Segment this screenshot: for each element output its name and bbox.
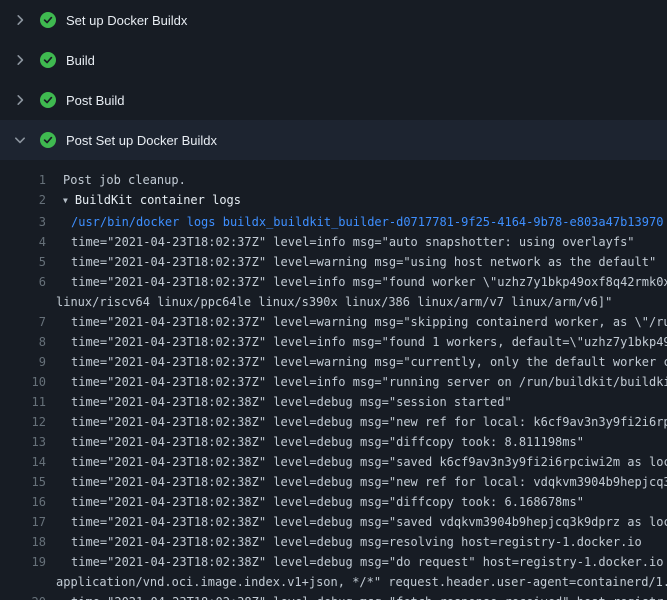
log-line: 3/usr/bin/docker logs buildx_buildkit_bu… <box>0 212 667 232</box>
log-text: time="2021-04-23T18:02:37Z" level=warnin… <box>46 312 667 332</box>
log-line: 10time="2021-04-23T18:02:37Z" level=info… <box>0 372 667 392</box>
log-line-number[interactable]: 2 <box>0 190 46 212</box>
log-text-continuation: application/vnd.oci.image.index.v1+json,… <box>56 572 667 592</box>
chevron-right-icon <box>12 92 28 108</box>
log-text-continuation: linux/riscv64 linux/ppc64le linux/s390x … <box>56 292 667 312</box>
log-line-number[interactable]: 10 <box>0 372 46 392</box>
log-line: 16time="2021-04-23T18:02:38Z" level=debu… <box>0 492 667 512</box>
log-line: 1Post job cleanup. <box>0 170 667 190</box>
log-text: time="2021-04-23T18:02:37Z" level=warnin… <box>46 352 667 372</box>
log-line-number[interactable]: 1 <box>0 170 46 190</box>
triangle-down-icon: ▼ <box>63 191 68 211</box>
log-line-number[interactable]: 3 <box>0 212 46 232</box>
log-command-text: /usr/bin/docker logs buildx_buildkit_bui… <box>46 212 667 232</box>
log-text: time="2021-04-23T18:02:38Z" level=debug … <box>46 392 667 412</box>
log-line: 14time="2021-04-23T18:02:38Z" level=debu… <box>0 452 667 472</box>
log-line: 8time="2021-04-23T18:02:37Z" level=info … <box>0 332 667 352</box>
log-text: time="2021-04-23T18:02:38Z" level=debug … <box>46 512 667 532</box>
workflow-log-panel: Set up Docker Buildx Build Post Build Po… <box>0 0 667 600</box>
log-text: time="2021-04-23T18:02:38Z" level=debug … <box>46 472 667 492</box>
log-line: 7time="2021-04-23T18:02:37Z" level=warni… <box>0 312 667 332</box>
step-title: Post Build <box>66 93 125 108</box>
log-line-number[interactable]: 6 <box>0 272 46 312</box>
log-line: 13time="2021-04-23T18:02:38Z" level=debu… <box>0 432 667 452</box>
log-text: time="2021-04-23T18:02:37Z" level=warnin… <box>46 252 667 272</box>
step-title: Set up Docker Buildx <box>66 13 187 28</box>
log-line: 4time="2021-04-23T18:02:37Z" level=info … <box>0 232 667 252</box>
chevron-down-icon <box>12 132 28 148</box>
check-circle-icon <box>40 52 56 68</box>
log-line-number[interactable]: 5 <box>0 252 46 272</box>
step-header-build[interactable]: Build <box>0 40 667 80</box>
chevron-right-icon <box>12 52 28 68</box>
log-line-number[interactable]: 8 <box>0 332 46 352</box>
log-line-number[interactable]: 14 <box>0 452 46 472</box>
step-header-post-set-up-docker-buildx[interactable]: Post Set up Docker Buildx <box>0 120 667 160</box>
log-line-number[interactable]: 4 <box>0 232 46 252</box>
log-text: time="2021-04-23T18:02:38Z" level=debug … <box>46 492 667 512</box>
step-title: Post Set up Docker Buildx <box>66 133 217 148</box>
log-line: 19time="2021-04-23T18:02:38Z" level=debu… <box>0 552 667 592</box>
log-line-number[interactable]: 7 <box>0 312 46 332</box>
log-text: time="2021-04-23T18:02:38Z" level=debug … <box>46 412 667 432</box>
log-line: 6time="2021-04-23T18:02:37Z" level=info … <box>0 272 667 312</box>
log-line: 11time="2021-04-23T18:02:38Z" level=debu… <box>0 392 667 412</box>
log-line: 2▼BuildKit container logs <box>0 190 667 212</box>
log-text: time="2021-04-23T18:02:38Z" level=debug … <box>46 432 667 452</box>
log-text: time="2021-04-23T18:02:38Z" level=debug … <box>46 592 667 600</box>
log-text: time="2021-04-23T18:02:38Z" level=debug … <box>46 552 667 592</box>
log-text: time="2021-04-23T18:02:37Z" level=info m… <box>46 272 667 312</box>
log-line-number[interactable]: 18 <box>0 532 46 552</box>
check-circle-icon <box>40 132 56 148</box>
log-line-number[interactable]: 9 <box>0 352 46 372</box>
step-log: 1Post job cleanup.2▼BuildKit container l… <box>0 160 667 600</box>
step-header-set-up-docker-buildx[interactable]: Set up Docker Buildx <box>0 0 667 40</box>
log-line: 15time="2021-04-23T18:02:38Z" level=debu… <box>0 472 667 492</box>
log-text: Post job cleanup. <box>46 170 667 190</box>
log-line: 5time="2021-04-23T18:02:37Z" level=warni… <box>0 252 667 272</box>
check-circle-icon <box>40 92 56 108</box>
log-group-toggle[interactable]: ▼BuildKit container logs <box>46 190 667 212</box>
log-line-number[interactable]: 19 <box>0 552 46 592</box>
log-line-number[interactable]: 12 <box>0 412 46 432</box>
log-line: 20time="2021-04-23T18:02:38Z" level=debu… <box>0 592 667 600</box>
check-circle-icon <box>40 12 56 28</box>
log-line-number[interactable]: 11 <box>0 392 46 412</box>
log-line: 12time="2021-04-23T18:02:38Z" level=debu… <box>0 412 667 432</box>
log-text: time="2021-04-23T18:02:37Z" level=info m… <box>46 372 667 392</box>
log-line-number[interactable]: 16 <box>0 492 46 512</box>
log-text: time="2021-04-23T18:02:38Z" level=debug … <box>46 452 667 472</box>
chevron-right-icon <box>12 12 28 28</box>
log-line: 17time="2021-04-23T18:02:38Z" level=debu… <box>0 512 667 532</box>
step-header-post-build[interactable]: Post Build <box>0 80 667 120</box>
step-title: Build <box>66 53 95 68</box>
log-line-number[interactable]: 20 <box>0 592 46 600</box>
log-line-number[interactable]: 13 <box>0 432 46 452</box>
log-text: time="2021-04-23T18:02:38Z" level=debug … <box>46 532 667 552</box>
log-line: 9time="2021-04-23T18:02:37Z" level=warni… <box>0 352 667 372</box>
log-text: time="2021-04-23T18:02:37Z" level=info m… <box>46 332 667 352</box>
log-line: 18time="2021-04-23T18:02:38Z" level=debu… <box>0 532 667 552</box>
log-line-number[interactable]: 15 <box>0 472 46 492</box>
log-line-number[interactable]: 17 <box>0 512 46 532</box>
log-text: time="2021-04-23T18:02:37Z" level=info m… <box>46 232 667 252</box>
